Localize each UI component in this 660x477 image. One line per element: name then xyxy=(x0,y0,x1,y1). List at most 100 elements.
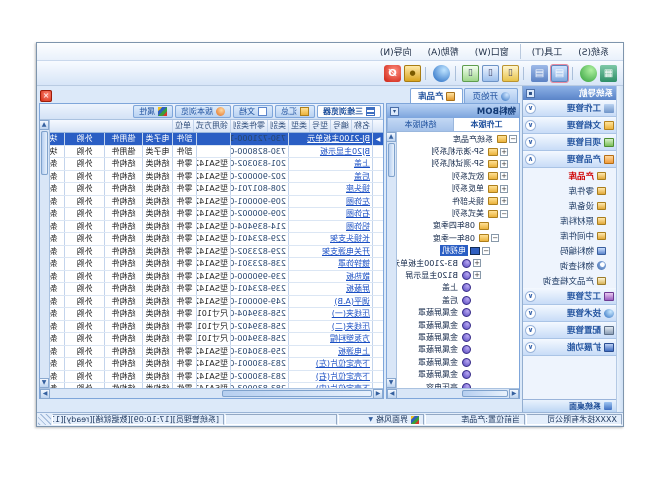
part-name-link[interactable]: 开关电源支架 xyxy=(322,247,370,256)
chevron-icon[interactable] xyxy=(525,154,536,165)
nav-pin-icon[interactable]: ▪ xyxy=(526,89,535,98)
tree-node[interactable]: SP-演示机系列 xyxy=(397,145,519,157)
scroll-thumb[interactable] xyxy=(388,143,395,177)
table-row[interactable]: 下壳定位片(左) 283-830001-001 型SA1425 零件 结构类 结… xyxy=(50,358,383,371)
tree-expander-icon[interactable] xyxy=(473,271,481,279)
tree-node[interactable]: 高压电容 xyxy=(397,381,519,388)
tree-node[interactable]: 金属屏蔽罩 xyxy=(397,319,519,331)
tree-node[interactable]: 欧式系列 xyxy=(397,170,519,182)
chevron-icon[interactable] xyxy=(525,342,536,353)
column-header[interactable]: 类别 xyxy=(267,120,288,132)
part-name-link[interactable]: 镀锌饰罩 xyxy=(338,259,370,268)
tree-expander-icon[interactable] xyxy=(500,160,508,168)
tree-expander-icon[interactable] xyxy=(482,247,490,255)
tree-node[interactable]: 金属屏蔽罩 xyxy=(397,331,519,343)
nav-footer[interactable]: 系统桌面 xyxy=(523,399,616,412)
column-header[interactable]: 名称 xyxy=(351,120,372,132)
column-header[interactable]: 类型 xyxy=(288,120,309,132)
chevron-icon[interactable] xyxy=(525,103,536,114)
scroll-down-icon[interactable]: ▼ xyxy=(39,378,49,388)
tree-node[interactable]: B120主显示屏 xyxy=(397,269,519,281)
table-row[interactable]: BJ20主显示板 730-828000-041 部件 电子类 借用件 外购 块 xyxy=(50,146,383,159)
part-name-link[interactable]: 后盖 xyxy=(354,172,370,181)
ui-style-button[interactable]: 界面风格 ▼ xyxy=(338,414,424,425)
nav-row[interactable]: 项目管理 xyxy=(523,134,616,151)
tree-expander-icon[interactable] xyxy=(500,172,508,180)
chevron-icon[interactable] xyxy=(525,325,536,336)
part-name-link[interactable]: 调平(A.B) xyxy=(334,297,370,306)
part-name-link[interactable]: 右饰圈 xyxy=(346,209,370,218)
menu-item[interactable]: 系统(S) xyxy=(570,44,617,59)
nav-row[interactable]: 配置管理 xyxy=(523,322,616,339)
column-header[interactable]: 领用方式 xyxy=(193,120,230,132)
table-row[interactable]: 开关电源支架 229-823302-001 型SA1425 零件 结构类 结构件… xyxy=(50,246,383,259)
part-name-link[interactable]: 压线夹(二) xyxy=(332,322,370,331)
grid-vertical-scrollbar[interactable]: ▲ ▼ xyxy=(40,120,50,388)
table-row[interactable]: 后盖 202-900002-011 型SA1425 零件 结构类 结构件 外购 … xyxy=(50,171,383,184)
part-name-link[interactable]: 方泵塑料帽 xyxy=(330,334,370,343)
part-name-link[interactable]: 铝饰圈 xyxy=(346,222,370,231)
tree-expander-icon[interactable] xyxy=(491,234,499,242)
grid-horizontal-scrollbar[interactable]: ◀ ▶ xyxy=(40,388,383,398)
exit-icon[interactable] xyxy=(384,65,401,82)
tree-node[interactable]: 金属屏蔽罩 xyxy=(397,368,519,380)
nav-row[interactable]: 设备库 xyxy=(523,198,616,213)
tree-node[interactable]: 镜头部件 xyxy=(397,195,519,207)
table-icon[interactable] xyxy=(531,65,548,82)
tree-node[interactable]: 电视机 xyxy=(397,245,519,257)
part-name-link[interactable]: 散热板 xyxy=(346,272,370,281)
tree-expander-icon[interactable] xyxy=(509,135,517,143)
table-row[interactable]: 方泵塑料帽 258-839400-011 尺寸1010 零件 结构类 结构件 外… xyxy=(50,333,383,346)
chevron-icon[interactable] xyxy=(525,120,536,131)
table-row[interactable]: 散热板 239-990000-011 型SA1425 零件 结构类 结构件 外购… xyxy=(50,271,383,284)
menu-item[interactable]: 工具(T) xyxy=(524,44,571,59)
part-name-link[interactable]: BJ20主显示板 xyxy=(320,147,370,156)
table-row[interactable]: 长镜头支架 229-823401-001 型SA1425 零件 结构类 结构件 … xyxy=(50,233,383,246)
scroll-left-icon[interactable]: ◀ xyxy=(509,389,519,399)
tree-node[interactable]: 上盖 xyxy=(397,282,519,294)
tree-node[interactable]: 金属屏蔽罩 xyxy=(397,356,519,368)
menu-item[interactable]: 向导(N) xyxy=(372,44,420,59)
lock-icon[interactable] xyxy=(404,65,421,82)
part-name-link[interactable]: 镜头座 xyxy=(346,184,370,193)
scroll-thumb[interactable] xyxy=(41,131,48,175)
document-tab[interactable]: 开始页 xyxy=(464,88,518,103)
scroll-left-icon[interactable]: ◀ xyxy=(373,389,383,399)
menu-item[interactable]: 窗口(W) xyxy=(467,44,521,59)
table-row[interactable]: 下壳定位片(右) 283-830002-001 型SA1425 零件 结构类 结… xyxy=(50,371,383,384)
table-row[interactable]: 左饰圈 209-900001-011 型SA1425 零件 结构类 结构件 外购… xyxy=(50,196,383,209)
chevron-icon[interactable] xyxy=(525,137,536,148)
resize-grip[interactable] xyxy=(38,414,51,425)
part-name-link[interactable]: 下壳定位片(右) xyxy=(316,372,370,381)
grid-toolbar-button[interactable]: 版本浏览 xyxy=(175,105,231,118)
column-header[interactable]: 编号 xyxy=(330,120,351,132)
column-header[interactable]: 型号 xyxy=(309,120,330,132)
menu-item[interactable]: 帮助(A) xyxy=(420,44,467,59)
nav-row[interactable]: 扩展功能 xyxy=(523,339,616,356)
scroll-thumb[interactable] xyxy=(222,390,372,397)
tree-node[interactable]: 系统产品库 xyxy=(397,133,519,145)
globe-blue-icon[interactable] xyxy=(433,65,450,82)
part-name-link[interactable]: 左饰圈 xyxy=(346,197,370,206)
globe-green-icon[interactable] xyxy=(580,65,597,82)
part-name-link[interactable]: 上电源板 xyxy=(338,347,370,356)
table-row[interactable]: BJ-2100主板单元 730-721000-121 部件 电子类 借用件 外购… xyxy=(50,133,383,146)
tree-node[interactable]: B3-2100主板单元 xyxy=(397,257,519,269)
table-row[interactable]: 屏蔽板 239-823401-001 型SA1425 零件 结构类 结构件 外购… xyxy=(50,283,383,296)
tree-node[interactable]: 金属屏蔽罩 xyxy=(397,306,519,318)
clipboard-icon[interactable] xyxy=(551,65,568,82)
nav-row[interactable]: 产品管理 xyxy=(523,151,616,168)
nav-row[interactable]: 零件库 xyxy=(523,183,616,198)
nav-row[interactable]: 文档管理 xyxy=(523,117,616,134)
column-header[interactable]: 单位 xyxy=(172,120,193,132)
doc-blue-icon[interactable] xyxy=(482,65,499,82)
table-row[interactable]: 镜头座 208-801701-011 型SA1425 零件 结构类 结构件 外购… xyxy=(50,183,383,196)
nav-row[interactable]: 技术管理 xyxy=(523,305,616,322)
part-name-link[interactable]: 上盖 xyxy=(354,159,370,168)
column-header[interactable]: 零件类别 xyxy=(230,120,267,132)
table-row[interactable]: 铝饰圈 214-839404-011 型SA1425 零件 结构类 结构件 外购… xyxy=(50,221,383,234)
nav-row[interactable]: 原材料库 xyxy=(523,213,616,228)
tree-node[interactable]: 美式系列 xyxy=(397,207,519,219)
nav-row[interactable]: 产品文档查询 xyxy=(523,273,616,288)
nav-grid-icon[interactable] xyxy=(600,65,617,82)
